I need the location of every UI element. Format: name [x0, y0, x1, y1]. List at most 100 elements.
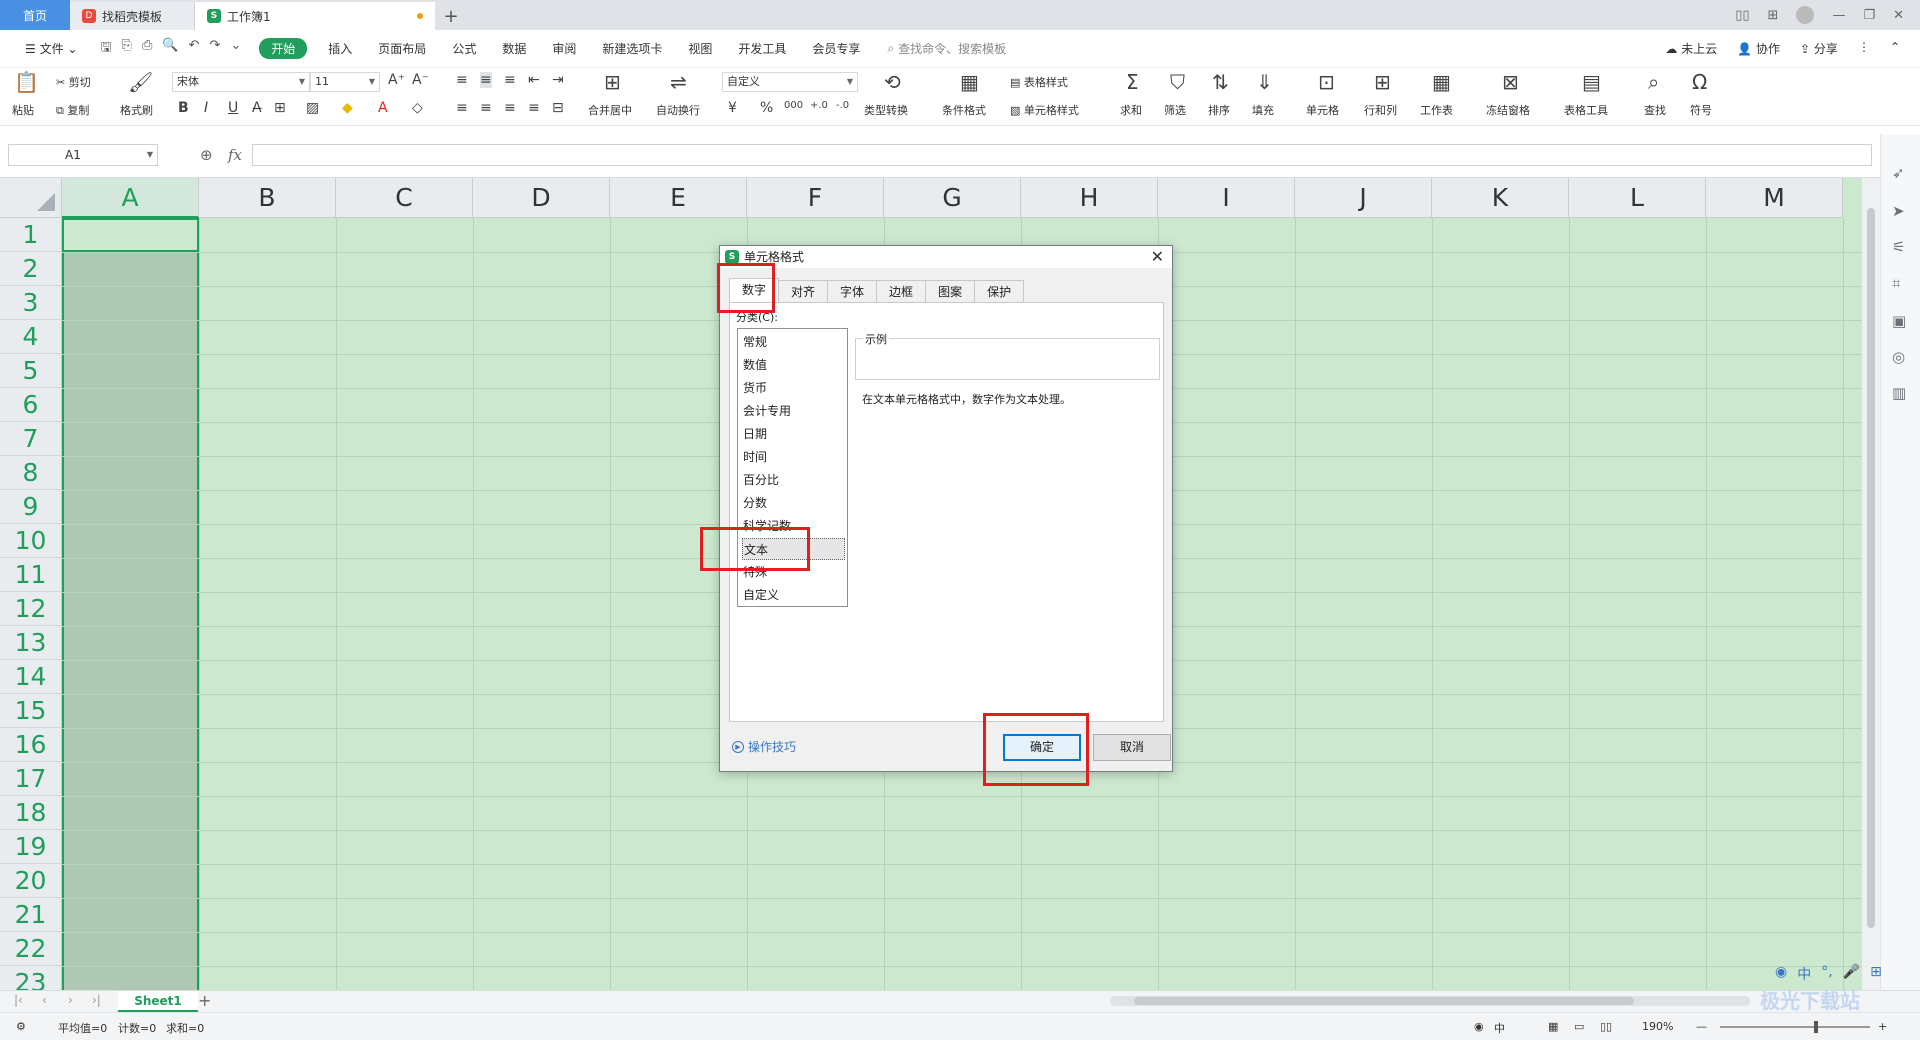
last-sheet-icon[interactable]: ›|	[92, 993, 101, 1007]
cell-style-button[interactable]: ▧ 单元格样式	[1010, 102, 1079, 118]
settings-sliders-icon[interactable]: ⚟	[1892, 238, 1905, 256]
menu-insert[interactable]: 插入	[315, 40, 365, 57]
decrease-decimal-icon[interactable]: -.0	[836, 100, 849, 111]
sort-icon[interactable]: ⇅	[1212, 70, 1229, 94]
image-icon[interactable]: ▣	[1892, 312, 1906, 330]
font-name-select[interactable]: 宋体 ▼	[172, 72, 310, 92]
ime-mic-icon[interactable]: 🎤	[1843, 964, 1860, 984]
row-header-6[interactable]: 6	[0, 388, 62, 422]
row-header-5[interactable]: 5	[0, 354, 62, 388]
row-header-18[interactable]: 18	[0, 796, 62, 830]
row-header-15[interactable]: 15	[0, 694, 62, 728]
book-icon[interactable]: ▥	[1892, 384, 1906, 402]
export-icon[interactable]: ⎘	[122, 38, 132, 60]
menu-new-tab[interactable]: 新建选项卡	[589, 40, 675, 57]
table-style-button[interactable]: ▤ 表格样式	[1010, 74, 1068, 90]
category-time[interactable]: 时间	[742, 446, 845, 468]
column-header-k[interactable]: K	[1432, 178, 1569, 218]
column-header-d[interactable]: D	[473, 178, 610, 218]
ime-lang[interactable]: 中	[1797, 964, 1811, 984]
name-box[interactable]: A1 ▼	[8, 144, 158, 166]
menu-start[interactable]: 开始	[259, 38, 308, 59]
select-all-corner[interactable]	[0, 178, 62, 218]
vertical-scroll-thumb[interactable]	[1867, 208, 1875, 928]
italic-icon[interactable]: I	[204, 100, 208, 116]
ime-logo-icon[interactable]: ◉	[1775, 964, 1787, 984]
row-header-7[interactable]: 7	[0, 422, 62, 456]
ime-punct-icon[interactable]: °,	[1821, 964, 1832, 984]
clear-format-icon[interactable]: ◇	[412, 100, 423, 116]
menu-formula[interactable]: 公式	[439, 40, 489, 57]
freeze-panes-button[interactable]: 冻结窗格	[1486, 102, 1530, 118]
find-icon[interactable]: ⌕	[1648, 70, 1659, 94]
more-icon[interactable]: ⌄	[230, 38, 241, 60]
formula-input[interactable]	[252, 144, 1872, 166]
table-tools-button[interactable]: 表格工具	[1564, 102, 1608, 118]
category-general[interactable]: 常规	[742, 331, 845, 353]
layout-icon[interactable]: ▯▯	[1735, 8, 1749, 23]
minimize-icon[interactable]: —	[1832, 8, 1845, 23]
input-lang-status[interactable]: 中	[1494, 1020, 1505, 1036]
transform-icon[interactable]: ⌗	[1892, 274, 1900, 292]
row-header-11[interactable]: 11	[0, 558, 62, 592]
column-header-g[interactable]: G	[884, 178, 1021, 218]
sheet-tab-sheet1[interactable]: Sheet1	[118, 991, 198, 1012]
fill-color-icon[interactable]: ◆	[342, 100, 353, 116]
font-grow-icon[interactable]: A⁺	[388, 72, 405, 88]
category-custom[interactable]: 自定义	[742, 584, 845, 606]
close-window-icon[interactable]: ✕	[1893, 8, 1904, 23]
row-header-21[interactable]: 21	[0, 898, 62, 932]
ime-grid-icon[interactable]: ⊞	[1870, 964, 1882, 984]
cell-icon[interactable]: ⊡	[1318, 70, 1335, 94]
zoom-slider-knob[interactable]	[1814, 1021, 1818, 1033]
column-header-j[interactable]: J	[1295, 178, 1432, 218]
category-currency[interactable]: 货币	[742, 377, 845, 399]
horizontal-scroll-thumb[interactable]	[1134, 997, 1634, 1005]
align-bottom-icon[interactable]: ≡	[504, 72, 516, 88]
wrap-text-icon[interactable]: ⇌	[670, 70, 687, 94]
format-painter-button[interactable]: 格式刷	[120, 102, 153, 118]
paste-icon[interactable]: 📋	[14, 70, 39, 94]
row-header-16[interactable]: 16	[0, 728, 62, 762]
conditional-format-icon[interactable]: ▦	[960, 70, 979, 94]
category-date[interactable]: 日期	[742, 423, 845, 445]
row-col-button[interactable]: 行和列	[1364, 102, 1397, 118]
prev-sheet-icon[interactable]: ‹	[42, 993, 47, 1007]
print-icon[interactable]: ⎙	[142, 38, 152, 60]
selected-column-a[interactable]	[62, 218, 199, 990]
font-size-select[interactable]: 11 ▼	[310, 72, 380, 92]
zoom-slider[interactable]	[1720, 1021, 1870, 1033]
collab-button[interactable]: 👤 协作	[1737, 40, 1780, 57]
strikethrough-icon[interactable]: A̶	[252, 100, 262, 116]
increase-decimal-icon[interactable]: +.0	[810, 100, 828, 111]
fill-pattern-icon[interactable]: ▨	[306, 100, 319, 116]
number-format-select[interactable]: 自定义 ▼	[722, 72, 858, 92]
dialog-close-icon[interactable]: ✕	[1151, 246, 1164, 268]
underline-icon[interactable]: U	[228, 100, 238, 116]
zoom-formula-icon[interactable]: ⊕	[200, 146, 213, 164]
reading-view-icon[interactable]: ▯▯	[1600, 1020, 1612, 1033]
thousands-icon[interactable]: 000	[784, 100, 803, 111]
merge-center-icon[interactable]: ⊞	[604, 70, 621, 94]
sum-icon[interactable]: Σ	[1126, 70, 1139, 94]
print-preview-icon[interactable]: 🔍	[162, 38, 178, 60]
conditional-format-button[interactable]: 条件格式	[942, 102, 986, 118]
zoom-level[interactable]: 190%	[1642, 1020, 1673, 1033]
menu-member[interactable]: 会员专享	[799, 40, 873, 57]
normal-view-icon[interactable]: ▦	[1548, 1020, 1558, 1033]
align-top-icon[interactable]: ≡	[456, 72, 468, 88]
collapse-ribbon-icon[interactable]: ⌃	[1890, 40, 1900, 57]
menu-page-layout[interactable]: 页面布局	[365, 40, 439, 57]
column-header-l[interactable]: L	[1569, 178, 1706, 218]
sum-button[interactable]: 求和	[1120, 102, 1142, 118]
command-search[interactable]: ⌕ 查找命令、搜索模板	[887, 40, 1006, 57]
align-right-icon[interactable]: ≡	[504, 100, 516, 116]
cut-button[interactable]: ✂ 剪切	[56, 74, 91, 90]
first-sheet-icon[interactable]: |‹	[14, 993, 23, 1007]
symbol-icon[interactable]: Ω	[1692, 70, 1707, 94]
find-button[interactable]: 查找	[1644, 102, 1666, 118]
row-header-8[interactable]: 8	[0, 456, 62, 490]
format-painter-icon[interactable]: 🖌	[128, 70, 153, 94]
tab-alignment[interactable]: 对齐	[778, 280, 829, 302]
fx-icon[interactable]: fx	[228, 146, 242, 164]
